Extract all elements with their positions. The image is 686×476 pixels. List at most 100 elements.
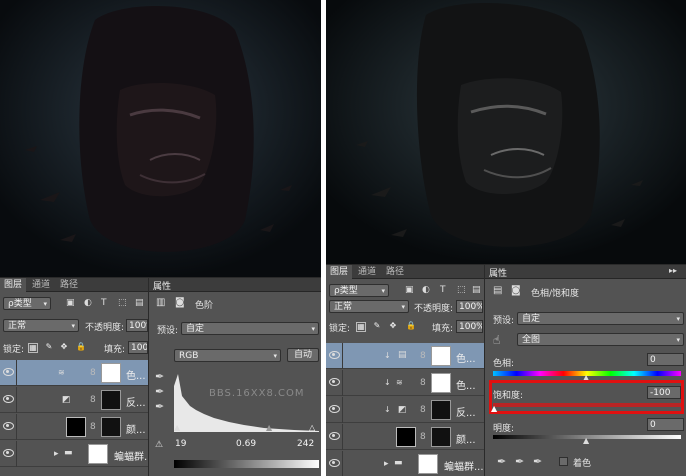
channel-select[interactable]: RGB ▾ — [174, 349, 281, 362]
eye-icon[interactable] — [329, 432, 340, 440]
layer-name[interactable]: 反... — [126, 394, 146, 409]
chain-link-icon[interactable]: 8 — [90, 368, 96, 378]
tab-paths[interactable]: 路径 — [382, 265, 408, 279]
eye-icon[interactable] — [3, 449, 14, 457]
layer-mask-thumbnail[interactable] — [88, 444, 108, 464]
colorize-checkbox[interactable] — [559, 457, 568, 466]
layer-name[interactable]: 反... — [456, 404, 476, 419]
eye-icon[interactable] — [329, 405, 340, 413]
white-eyedropper-icon[interactable]: ✒ — [155, 400, 164, 413]
smart-object-filter-icon[interactable]: ▤ — [472, 285, 481, 295]
layer-row[interactable]: ↓ ≋ 8 色... — [326, 370, 484, 396]
layer-row[interactable]: 8 颜... — [326, 424, 484, 450]
input-black-slider-icon[interactable]: ▲ — [174, 423, 180, 432]
layer-mask-thumbnail[interactable] — [418, 454, 438, 474]
mask-icon[interactable]: ◙ — [175, 297, 185, 308]
hue-input[interactable]: 0 — [647, 353, 684, 366]
clipping-warning-icon[interactable]: ⚠ — [155, 440, 163, 450]
tab-layers[interactable]: 图层 — [326, 265, 353, 279]
layer-mask-thumbnail[interactable] — [101, 390, 121, 410]
preset-select[interactable]: 自定 ▾ — [517, 312, 684, 325]
eye-icon[interactable] — [329, 459, 340, 467]
layer-name[interactable]: 蝙蝠群... — [444, 458, 484, 473]
input-white-value[interactable]: 242 — [295, 438, 319, 451]
tab-paths[interactable]: 路径 — [56, 278, 82, 292]
layer-name[interactable]: 色... — [456, 350, 476, 365]
lock-all-icon[interactable]: 🔒 — [76, 343, 86, 353]
layer-row[interactable]: ▸ ▬ 蝙蝠群... — [326, 451, 484, 476]
shape-filter-icon[interactable]: ⬚ — [118, 298, 127, 308]
chain-link-icon[interactable]: 8 — [420, 351, 426, 361]
chain-link-icon[interactable]: 8 — [420, 378, 426, 388]
layer-kind-filter[interactable]: ρ类型 ▾ — [3, 297, 51, 310]
pixel-filter-icon[interactable]: ▣ — [405, 285, 414, 295]
color-fill-thumbnail[interactable] — [396, 427, 416, 447]
lock-pixels-icon[interactable]: ✎ — [372, 322, 382, 332]
type-filter-icon[interactable]: T — [101, 298, 107, 308]
layer-name[interactable]: 色... — [456, 377, 476, 392]
hand-target-icon[interactable]: ☝ — [493, 333, 500, 347]
smart-object-filter-icon[interactable]: ▤ — [135, 298, 144, 308]
layer-mask-thumbnail[interactable] — [431, 400, 451, 420]
adjustment-filter-icon[interactable]: ◐ — [84, 298, 92, 308]
eye-icon[interactable] — [329, 378, 340, 386]
layer-row[interactable]: ▸ ▬ 蝙蝠群... — [0, 441, 154, 467]
input-gamma-value[interactable]: 0.69 — [234, 438, 268, 451]
expand-arrow-icon[interactable]: ▸ — [384, 459, 389, 469]
layer-mask-thumbnail[interactable] — [101, 417, 121, 437]
type-filter-icon[interactable]: T — [440, 285, 446, 295]
saturation-slider-track[interactable] — [493, 403, 681, 407]
saturation-slider-handle-icon[interactable]: ▲ — [491, 404, 497, 413]
lightness-input[interactable]: 0 — [647, 418, 684, 431]
eye-icon[interactable] — [3, 422, 14, 430]
mask-icon[interactable]: ◙ — [511, 285, 521, 296]
adjustment-filter-icon[interactable]: ◐ — [422, 285, 430, 295]
blend-mode-select[interactable]: 正常 ▾ — [329, 300, 409, 313]
layer-kind-filter[interactable]: ρ类型 ▾ — [329, 284, 389, 297]
lightness-slider-handle-icon[interactable]: ▲ — [583, 436, 589, 445]
lock-all-icon[interactable]: 🔒 — [406, 322, 416, 332]
layer-mask-thumbnail[interactable] — [431, 346, 451, 366]
chain-link-icon[interactable]: 8 — [90, 395, 96, 405]
lock-position-icon[interactable]: ✥ — [388, 322, 398, 332]
shape-filter-icon[interactable]: ⬚ — [457, 285, 466, 295]
layer-name[interactable]: 颜... — [456, 431, 476, 446]
saturation-input[interactable]: -100 — [647, 386, 681, 399]
eye-icon[interactable] — [3, 395, 14, 403]
chain-link-icon[interactable]: 8 — [420, 432, 426, 442]
input-black-value[interactable]: 19 — [173, 438, 203, 451]
preset-select[interactable]: 自定 ▾ — [181, 322, 319, 335]
chain-link-icon[interactable]: 8 — [420, 405, 426, 415]
expand-arrow-icon[interactable]: ▸ — [54, 449, 59, 459]
color-fill-thumbnail[interactable] — [66, 417, 86, 437]
eyedropper-minus-icon[interactable]: ✒ — [533, 455, 542, 468]
chain-link-icon[interactable]: 8 — [90, 422, 96, 432]
input-white-slider-icon[interactable]: △ — [309, 423, 315, 432]
lock-position-icon[interactable]: ✥ — [59, 343, 69, 353]
tab-channels[interactable]: 通道 — [28, 278, 54, 292]
layer-row[interactable]: ↓ ◩ 8 反... — [326, 397, 484, 423]
opacity-input[interactable]: 100% — [456, 300, 483, 313]
eye-icon[interactable] — [329, 351, 340, 359]
panel-menu-icon[interactable]: ▸▸ — [669, 266, 677, 275]
layer-row[interactable]: ◩ 8 反... — [0, 387, 148, 413]
input-gamma-slider-icon[interactable]: ▲ — [266, 423, 272, 432]
layer-row[interactable]: ≋ 8 色... — [0, 360, 148, 386]
lock-transparency-icon[interactable]: ▦ — [28, 343, 38, 353]
blend-mode-select[interactable]: 正常 ▾ — [3, 319, 79, 332]
layer-row[interactable]: ↓ ▤ 8 色... — [326, 343, 484, 369]
pixel-filter-icon[interactable]: ▣ — [66, 298, 75, 308]
tab-channels[interactable]: 通道 — [354, 265, 380, 279]
layer-name[interactable]: 颜... — [126, 421, 146, 436]
range-select[interactable]: 全图 ▾ — [517, 333, 684, 346]
fill-input[interactable]: 100% — [456, 320, 483, 333]
layer-row[interactable]: 8 颜... — [0, 414, 148, 440]
lock-pixels-icon[interactable]: ✎ — [44, 343, 54, 353]
eye-icon[interactable] — [3, 368, 14, 376]
lock-transparency-icon[interactable]: ▦ — [356, 322, 366, 332]
eyedropper-icon[interactable]: ✒ — [497, 455, 506, 468]
layer-name[interactable]: 色... — [126, 367, 146, 382]
opacity-input[interactable]: 100% — [126, 319, 148, 332]
layer-mask-thumbnail[interactable] — [431, 427, 451, 447]
gray-eyedropper-icon[interactable]: ✒ — [155, 385, 164, 398]
